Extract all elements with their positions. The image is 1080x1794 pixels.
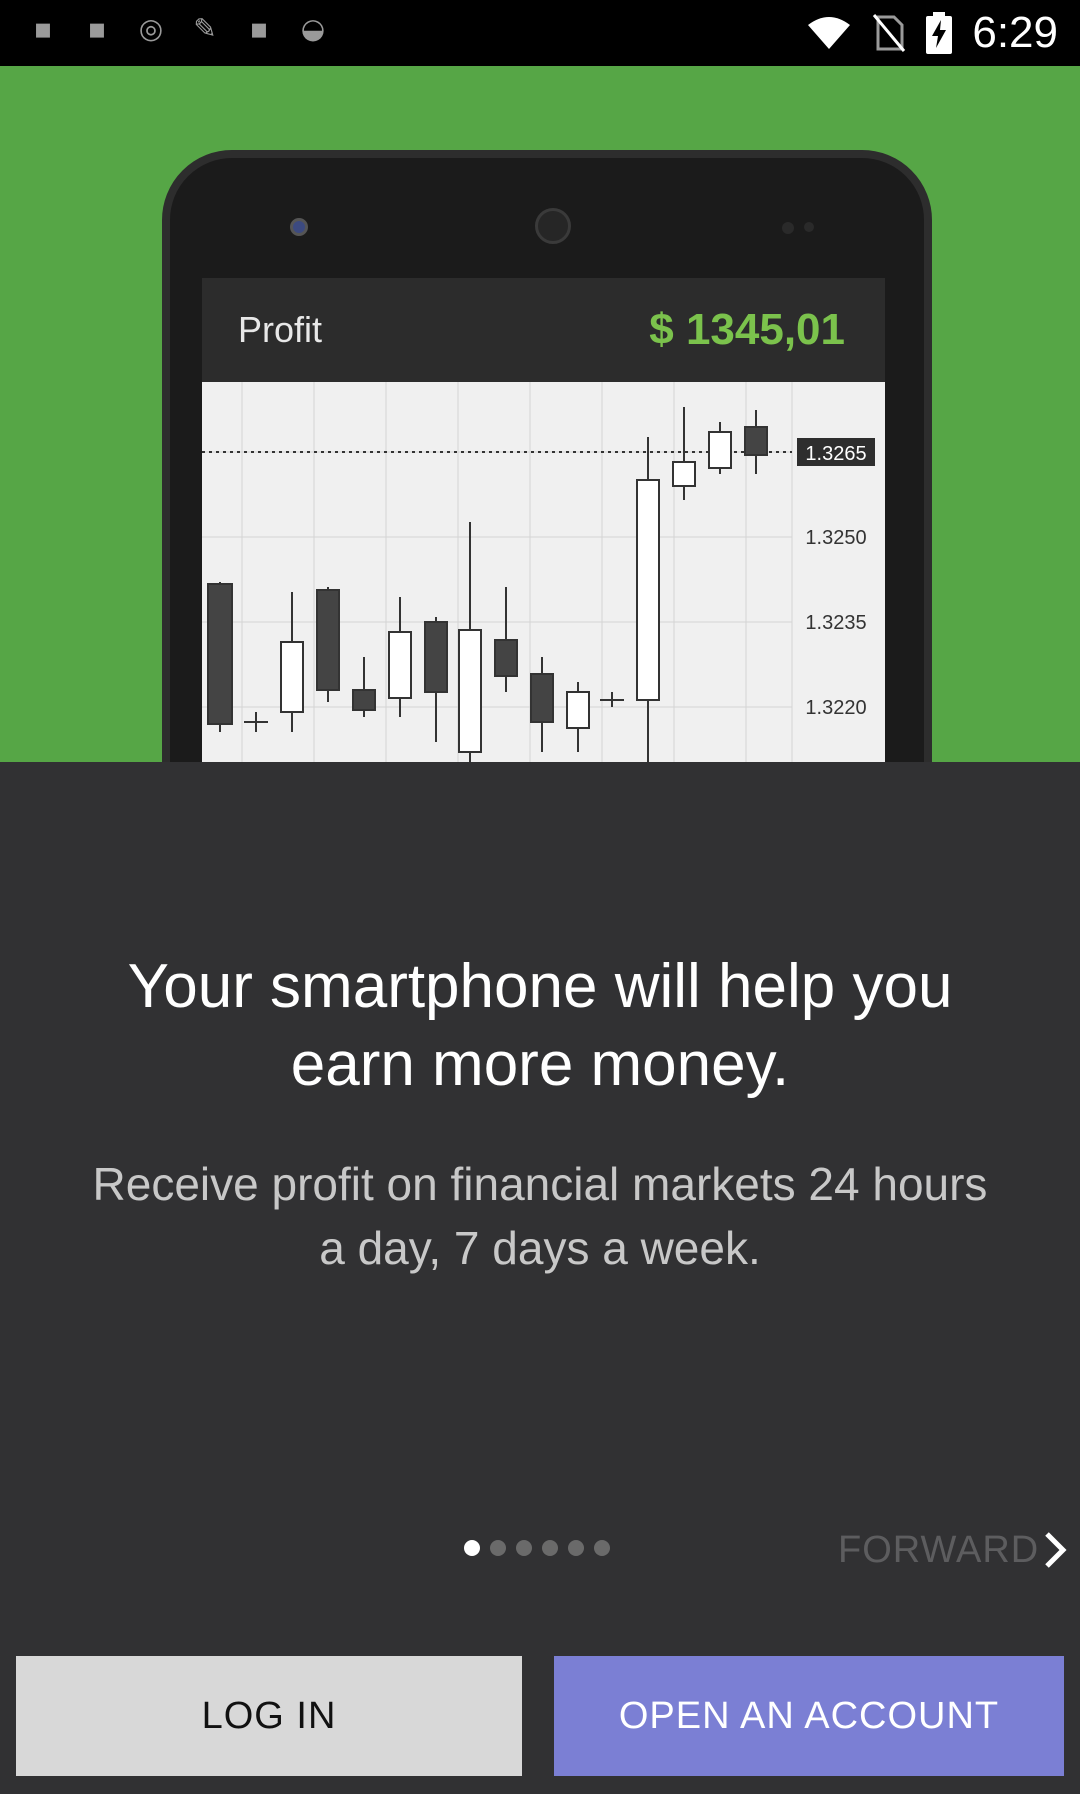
notification-icon: ◒ — [300, 12, 326, 45]
phone-image: Profit $ 1345,01 1.3265 1.3250 1.3235 1.… — [162, 150, 932, 762]
notification-icon: ◎ — [138, 12, 164, 45]
phone-camera — [290, 218, 308, 236]
price-label: 1.3250 — [805, 527, 866, 549]
candlestick-chart: 1.3265 1.3250 1.3235 1.3220 — [202, 382, 875, 762]
page-dot[interactable] — [568, 1540, 584, 1556]
hero-illustration: Profit $ 1345,01 1.3265 1.3250 1.3235 1.… — [0, 66, 1080, 762]
onboarding-title: Your smartphone will help you earn more … — [127, 952, 953, 1099]
status-bar: ▪ ▪ ◎ ✎ ▪ ◒ 6:29 — [0, 0, 1080, 66]
price-label: 1.3235 — [805, 612, 866, 634]
phone-screen-header: Profit $ 1345,01 — [202, 278, 885, 382]
notification-icon: ▪ — [249, 12, 269, 45]
profit-value: $ 1345,01 — [649, 305, 845, 354]
page-dot[interactable] — [516, 1540, 532, 1556]
phone-screen: Profit $ 1345,01 1.3265 1.3250 1.3235 1.… — [202, 278, 885, 762]
phone-speaker — [535, 208, 571, 244]
page-indicator[interactable] — [464, 1540, 610, 1556]
notification-icons: ▪ ▪ ◎ ✎ ▪ ◒ — [28, 14, 328, 44]
phone-sensor — [804, 222, 814, 232]
price-label: 1.3265 — [805, 443, 866, 465]
notification-icon: ✎ — [193, 12, 217, 45]
page-dot[interactable] — [490, 1540, 506, 1556]
wifi-icon — [808, 17, 851, 49]
price-label: 1.3220 — [805, 697, 866, 719]
page-dot[interactable] — [542, 1540, 558, 1556]
forward-button[interactable]: FORWARD — [838, 1528, 1039, 1572]
onboarding-subtitle: Receive profit on financial markets 24 h… — [92, 1158, 988, 1274]
login-button[interactable]: LOG IN — [16, 1656, 522, 1776]
page-dot[interactable] — [594, 1540, 610, 1556]
battery-charging-icon — [926, 12, 953, 54]
status-time: 6:29 — [972, 8, 1058, 57]
chevron-right-icon[interactable] — [1042, 1530, 1068, 1570]
no-sim-icon — [873, 14, 906, 52]
notification-icon: ▪ — [33, 12, 53, 45]
phone-sensor — [782, 222, 794, 234]
notification-icon: ▪ — [87, 12, 107, 45]
page-dot-active[interactable] — [464, 1540, 480, 1556]
profit-label: Profit — [238, 309, 323, 350]
open-account-button[interactable]: OPEN AN ACCOUNT — [554, 1656, 1064, 1776]
